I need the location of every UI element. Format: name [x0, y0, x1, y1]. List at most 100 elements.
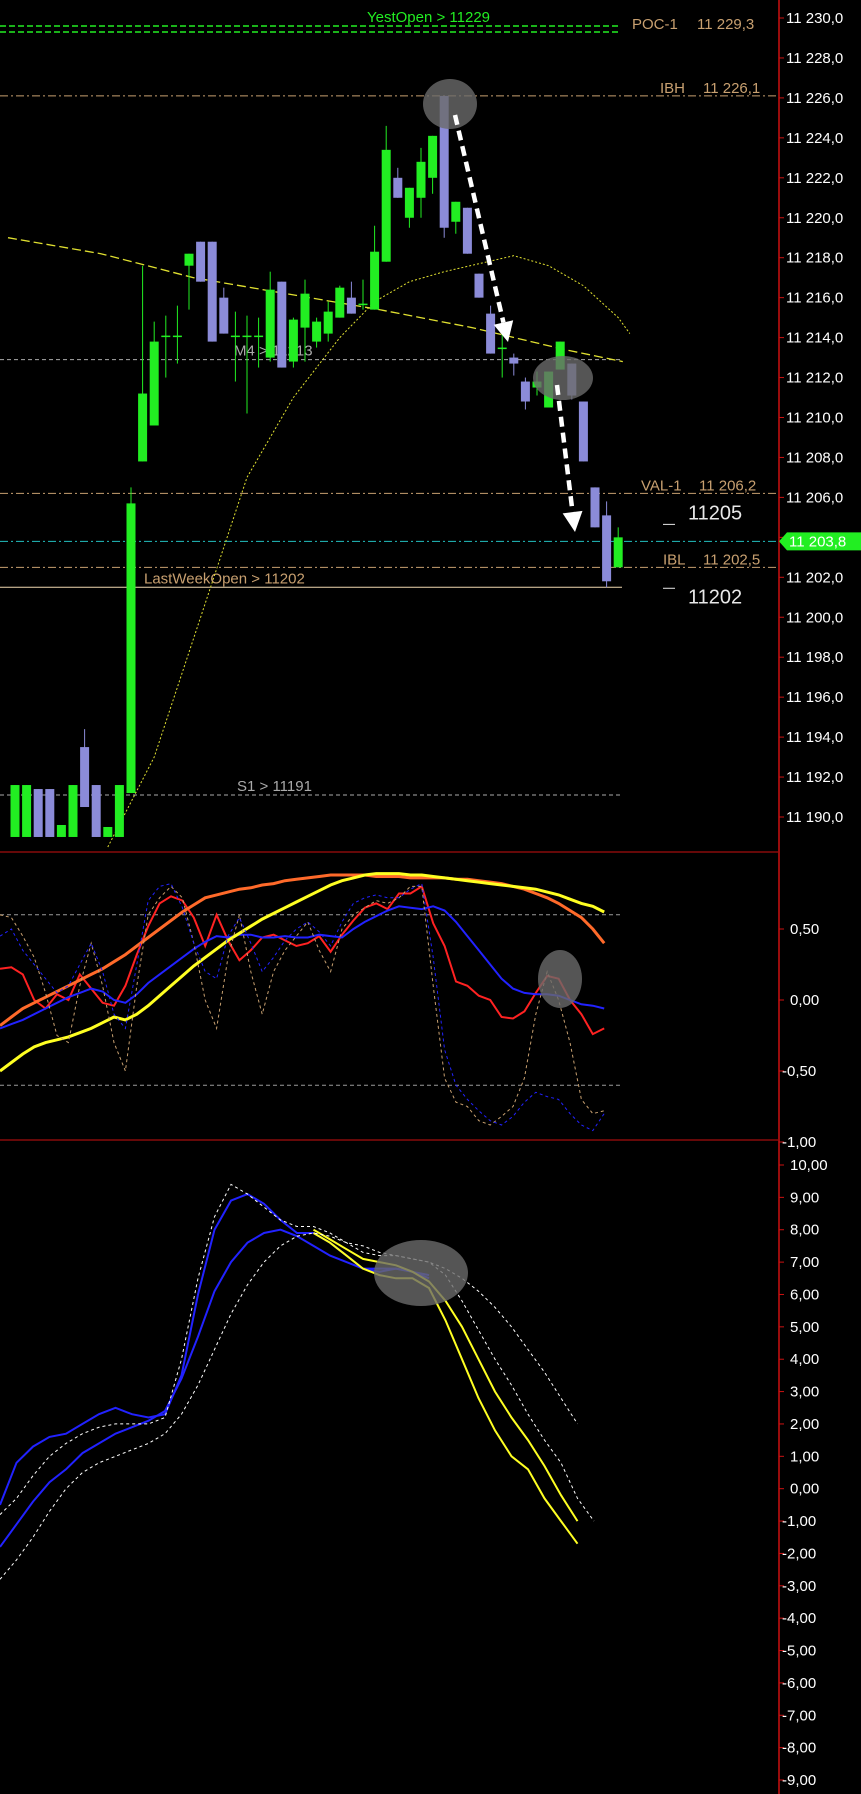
candle-body: [149, 341, 159, 426]
candle-body: [497, 347, 507, 350]
candle: [370, 225, 380, 310]
level-label: S1 > 11191: [237, 778, 312, 795]
candle-body: [590, 487, 600, 528]
axis-tick-label: -0,50: [782, 1063, 816, 1080]
candle-body: [138, 393, 148, 462]
candle: [91, 785, 101, 837]
candle: [312, 317, 322, 348]
candle-body: [277, 281, 287, 368]
level-value-label: 11 206,2: [699, 477, 756, 494]
candle: [103, 826, 113, 837]
oscillator-pane: [0, 872, 620, 1132]
candle-body: [312, 321, 322, 342]
candle-body: [242, 335, 252, 338]
axis-tick-label: 0,00: [790, 992, 819, 1009]
axis-tick-label: 11 192,0: [786, 769, 843, 786]
candle-body: [300, 293, 310, 328]
level-value-label: 11 202,5: [703, 551, 760, 568]
candle: [33, 789, 43, 837]
candle: [265, 271, 275, 362]
candle: [114, 785, 124, 837]
candle: [22, 785, 32, 837]
axis-tick-label: 3,00: [790, 1384, 819, 1401]
candle: [56, 824, 66, 837]
candle: [346, 281, 356, 314]
axis-tick-label: -6,00: [782, 1675, 816, 1692]
candle: [219, 287, 229, 334]
candle-body: [520, 381, 530, 402]
candle-body: [45, 789, 55, 837]
axis-tick-label: -8,00: [782, 1740, 816, 1757]
candle-body: [346, 297, 356, 314]
candle: [404, 187, 414, 228]
axis-tick-label: 11 206,0: [786, 489, 843, 506]
candle: [68, 785, 78, 837]
axis-tick-label: -7,00: [782, 1707, 816, 1724]
candle-body: [33, 789, 43, 837]
candle-body: [288, 319, 298, 362]
axis-tick-label: 11 190,0: [786, 809, 843, 826]
axis-tick-label: 0,00: [790, 1481, 819, 1498]
axis-tick-label: 11 196,0: [786, 689, 843, 706]
candle-body: [428, 135, 438, 178]
candle: [172, 305, 182, 364]
candle: [80, 729, 90, 808]
candle-body: [103, 826, 113, 837]
candle-body: [10, 785, 20, 837]
candle-body: [509, 357, 519, 364]
oscillator-series-line: [0, 884, 605, 1036]
candle: [474, 273, 484, 298]
candle: [277, 281, 287, 368]
axis-tick-label: 11 208,0: [786, 449, 843, 466]
price-big-label: 11202: [688, 586, 742, 608]
candle: [451, 201, 461, 234]
highlight-circle: [423, 79, 477, 129]
candle: [578, 401, 588, 462]
axis-tick-label: 1,00: [790, 1448, 819, 1465]
axis-tick-label: -4,00: [782, 1610, 816, 1627]
axis-tick-label: 8,00: [790, 1222, 819, 1239]
candle-body: [393, 177, 403, 198]
axis-tick-label: 11 224,0: [786, 130, 843, 147]
level-name-label: IBH: [660, 80, 685, 97]
axis-tick-label: 6,00: [790, 1286, 819, 1303]
candle: [416, 147, 426, 218]
candle: [602, 501, 612, 588]
candle-body: [486, 313, 496, 354]
highlight-circle: [538, 950, 582, 1008]
candle: [242, 315, 252, 414]
candle-body: [184, 253, 194, 266]
candle-body: [451, 201, 461, 222]
vwap-line: [107, 255, 631, 848]
candle: [335, 285, 345, 318]
candle: [520, 377, 530, 410]
candle-body: [323, 311, 333, 334]
candle-body: [265, 289, 275, 358]
axis-tick-label: 2,00: [790, 1416, 819, 1433]
axis-tick-label: 11 210,0: [786, 410, 843, 427]
trend-arrow: [554, 384, 583, 532]
axis-tick-label: 9,00: [790, 1189, 819, 1206]
highlight-circle: [374, 1240, 468, 1306]
level-label: LastWeekOpen > 11202: [144, 570, 305, 587]
candle: [323, 301, 333, 342]
candle-body: [196, 241, 206, 282]
axis-tick-label: 5,00: [790, 1319, 819, 1336]
momentum-series-line: [0, 1232, 578, 1580]
price-pane: YestOpen > 11229M4 > 11213LastWeekOpen >…: [0, 9, 778, 848]
level-name-label: POC-1: [632, 16, 678, 33]
candle-body: [578, 401, 588, 462]
candle-body: [254, 335, 264, 338]
candle: [590, 487, 600, 528]
candle-body: [358, 303, 368, 306]
candle-body: [462, 207, 472, 254]
axis-tick-label: 11 214,0: [786, 330, 843, 347]
candle-body: [370, 251, 380, 310]
current-price-label: 11 203,8: [789, 533, 846, 550]
candle-body: [474, 273, 484, 298]
candle: [486, 305, 496, 354]
candle-body: [230, 335, 240, 338]
candle: [207, 241, 217, 342]
oscillator-series-line: [0, 882, 605, 1132]
candle: [358, 279, 368, 310]
